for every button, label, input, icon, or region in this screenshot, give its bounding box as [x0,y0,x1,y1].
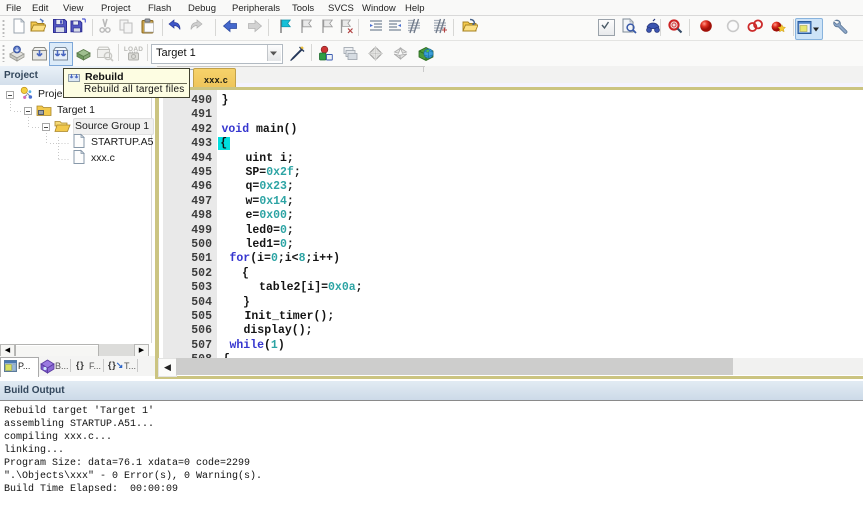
svg-text:LOAD: LOAD [124,46,143,53]
